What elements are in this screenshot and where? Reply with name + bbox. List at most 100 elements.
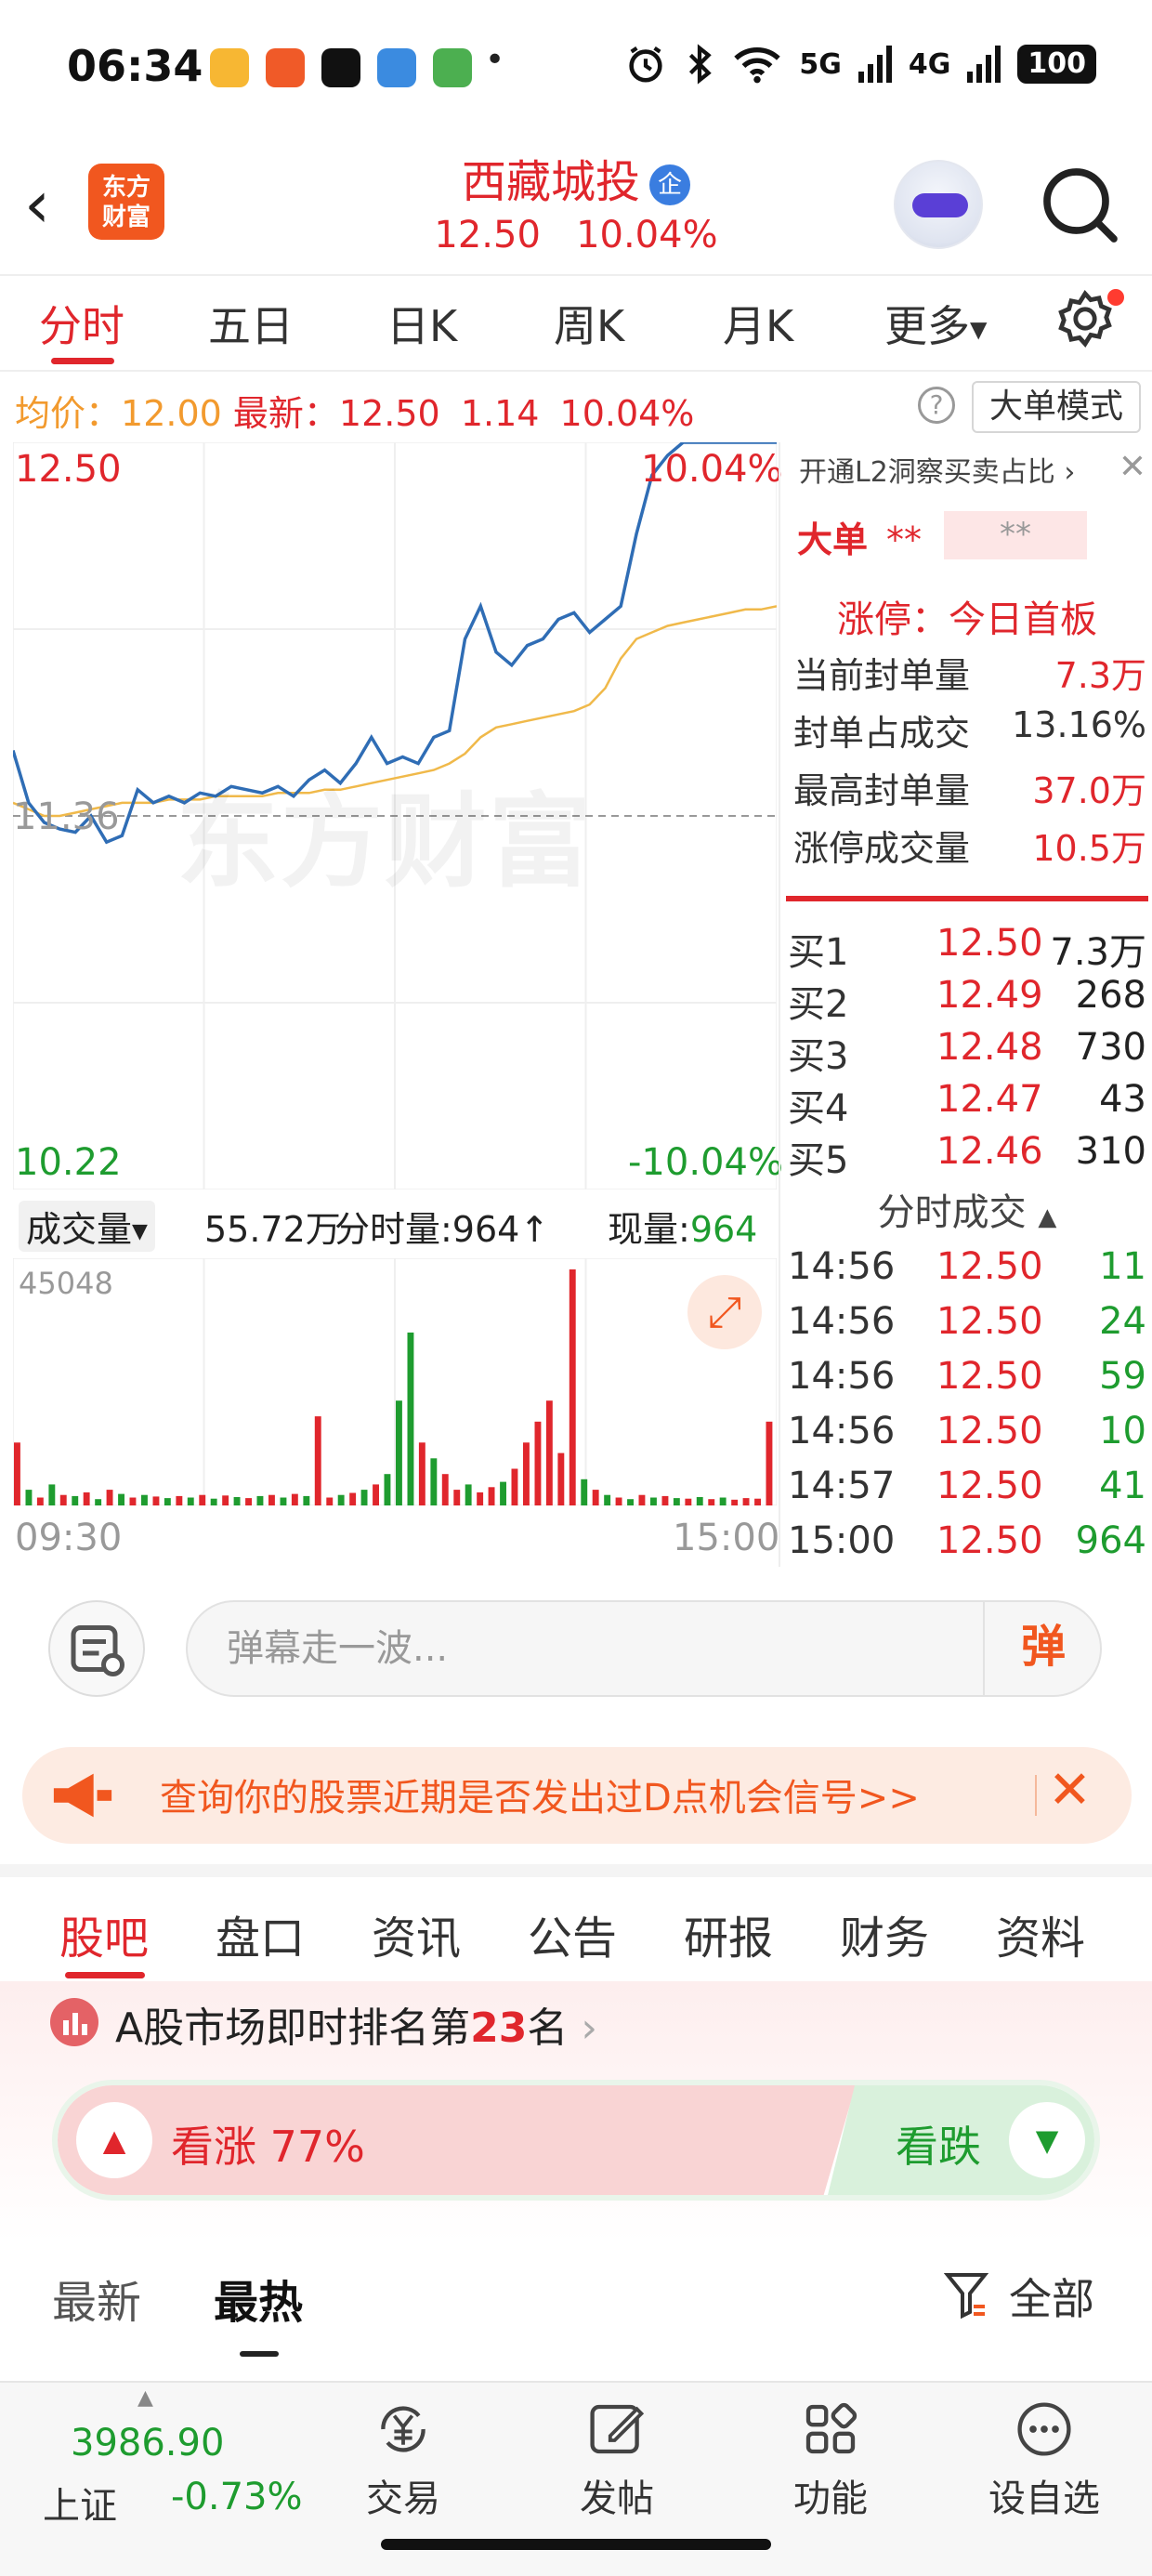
nav-post[interactable]: 发帖 bbox=[552, 2396, 682, 2522]
tab-research[interactable]: 研报 bbox=[684, 1901, 773, 1966]
danmu-send-button[interactable]: 弹 bbox=[983, 1600, 1102, 1697]
grid-icon bbox=[805, 2402, 857, 2454]
tab-more[interactable]: 更多▼ bbox=[884, 293, 987, 354]
volume-select[interactable]: 成交量▼ bbox=[19, 1201, 155, 1252]
signal-5g-label: 5G bbox=[799, 47, 842, 81]
stat-value: 10.5万 bbox=[1032, 828, 1146, 869]
avg-value: 12.00 bbox=[121, 393, 222, 434]
arrow-up-icon[interactable]: ▲ bbox=[76, 2102, 152, 2178]
nav-add-watchlist[interactable]: 设自选 bbox=[979, 2396, 1109, 2522]
tab-financials[interactable]: 财务 bbox=[840, 1901, 929, 1966]
tab-hot[interactable]: 最热 bbox=[214, 2266, 303, 2331]
trade-time: 15:00 bbox=[788, 1519, 896, 1562]
promo-banner[interactable]: 查询你的股票近期是否发出过D点机会信号>> ✕ bbox=[22, 1747, 1132, 1844]
ranking-link[interactable]: A股市场即时排名第23名 › bbox=[115, 1994, 597, 2054]
trade-row: 14:56 12.50 24 bbox=[788, 1300, 1146, 1343]
tab-intraday[interactable]: 分时 bbox=[39, 293, 124, 354]
index-change[interactable]: -0.73% bbox=[171, 2476, 303, 2518]
volume-bar bbox=[291, 1493, 298, 1505]
volume-bar bbox=[280, 1497, 287, 1505]
notification-dot bbox=[1107, 289, 1124, 306]
l2-upgrade-banner[interactable]: 开通L2洞察买卖占比 › bbox=[780, 442, 1152, 504]
big-order-mask: ** bbox=[886, 519, 923, 560]
arrow-down-icon[interactable]: ▼ bbox=[1009, 2102, 1085, 2178]
avg-price-line: 均价：12.00 最新：12.50 1.14 10.04% bbox=[15, 385, 694, 436]
trade-row: 14:57 12.50 41 bbox=[788, 1465, 1146, 1507]
tab-profile[interactable]: 资料 bbox=[996, 1901, 1085, 1966]
nav-functions[interactable]: 功能 bbox=[766, 2396, 896, 2522]
trade-price: 12.50 bbox=[936, 1519, 1043, 1562]
bid-row[interactable]: 买1 12.50 7.3万 bbox=[788, 922, 1146, 976]
edit-icon bbox=[590, 2404, 645, 2454]
tab-news[interactable]: 资讯 bbox=[372, 1901, 461, 1966]
nav-trade[interactable]: 交易 bbox=[338, 2396, 468, 2522]
bid-row[interactable]: 买4 12.47 43 bbox=[788, 1078, 1146, 1132]
volume-bar bbox=[25, 1490, 33, 1505]
sentiment-bar: ▲ 看涨 77% 看跌 ▼ bbox=[52, 2080, 1100, 2201]
bid-label: 买2 bbox=[788, 983, 849, 1026]
l2-banner-text: 开通L2洞察买卖占比 bbox=[799, 456, 1055, 489]
trade-time: 14:56 bbox=[788, 1355, 896, 1398]
volume-chart[interactable] bbox=[13, 1258, 777, 1505]
volume-bar bbox=[360, 1490, 368, 1505]
trade-row: 15:00 12.50 964 bbox=[788, 1519, 1146, 1562]
ranking-section: A股市场即时排名第23名 › ▲ 看涨 77% 看跌 ▼ bbox=[0, 1981, 1152, 2241]
volume-bar bbox=[488, 1487, 495, 1505]
volume-bar bbox=[48, 1484, 56, 1505]
tab-pankou[interactable]: 盘口 bbox=[216, 1901, 305, 1966]
index-value[interactable]: 3986.90 bbox=[71, 2422, 224, 2464]
bid-price: 12.46 bbox=[936, 1130, 1043, 1173]
tab-latest[interactable]: 最新 bbox=[52, 2266, 141, 2331]
stat-row: 当前封单量 7.3万 bbox=[793, 647, 1146, 698]
trade-price: 12.50 bbox=[936, 1355, 1043, 1398]
help-icon[interactable]: ? bbox=[918, 387, 955, 424]
y-label-baseline: 11.36 bbox=[13, 795, 120, 838]
filter-label[interactable]: 全部 bbox=[1009, 2266, 1094, 2327]
volume-bar bbox=[303, 1495, 310, 1505]
ai-assistant-avatar[interactable] bbox=[894, 160, 983, 249]
chevron-down-icon: ▼ bbox=[132, 1220, 148, 1243]
tab-daily-k[interactable]: 日K bbox=[386, 293, 457, 354]
bid-row[interactable]: 买5 12.46 310 bbox=[788, 1130, 1146, 1184]
bid-price: 12.50 bbox=[936, 922, 1043, 965]
volume-bar bbox=[233, 1497, 241, 1505]
danmu-input[interactable]: 弹幕走一波... bbox=[186, 1600, 1102, 1697]
tab-monthly-k[interactable]: 月K bbox=[723, 293, 793, 354]
tab-guba[interactable]: 股吧 bbox=[59, 1901, 149, 1966]
volume-bar bbox=[384, 1474, 391, 1505]
avg-label: 均价： bbox=[15, 393, 122, 434]
volume-bar bbox=[441, 1474, 449, 1505]
trade-row: 14:56 12.50 11 bbox=[788, 1245, 1146, 1288]
bid-qty: 310 bbox=[1075, 1130, 1146, 1173]
comment-bar: 弹幕走一波... 弹 bbox=[0, 1580, 1152, 1710]
bluetooth-icon bbox=[689, 44, 713, 85]
close-icon[interactable]: ✕ bbox=[1048, 1760, 1092, 1820]
volume-bar bbox=[199, 1494, 206, 1505]
volume-bars bbox=[14, 1269, 773, 1505]
close-icon[interactable]: ✕ bbox=[1119, 448, 1146, 486]
danmu-settings-button[interactable] bbox=[48, 1600, 145, 1697]
danmu-settings-icon bbox=[71, 1625, 124, 1676]
trade-time: 14:56 bbox=[788, 1245, 896, 1288]
tab-announcements[interactable]: 公告 bbox=[528, 1901, 617, 1966]
volume-bar bbox=[500, 1481, 506, 1505]
volume-grid bbox=[13, 1258, 777, 1505]
trade-row: 14:56 12.50 10 bbox=[788, 1410, 1146, 1452]
search-icon[interactable] bbox=[1039, 164, 1122, 247]
battery-indicator: 100 bbox=[1017, 45, 1096, 84]
tab-five-day[interactable]: 五日 bbox=[208, 293, 294, 354]
trade-price: 12.50 bbox=[936, 1245, 1043, 1288]
bid-row[interactable]: 买2 12.49 268 bbox=[788, 974, 1146, 1028]
large-order-mode-button[interactable]: 大单模式 bbox=[972, 381, 1141, 433]
bid-label: 买4 bbox=[788, 1087, 849, 1130]
filter-icon[interactable] bbox=[944, 2269, 988, 2321]
expand-icon[interactable]: ⤢ bbox=[687, 1275, 762, 1349]
volume-bar bbox=[256, 1495, 264, 1505]
promo-separator bbox=[1035, 1775, 1037, 1816]
trade-qty: 11 bbox=[1099, 1245, 1146, 1288]
bid-row[interactable]: 买3 12.48 730 bbox=[788, 1026, 1146, 1080]
index-name[interactable]: 上证 bbox=[43, 2476, 117, 2530]
trades-header[interactable]: 分时成交 ▲ bbox=[780, 1182, 1152, 1236]
nav-trade-label: 交易 bbox=[366, 2477, 440, 2520]
tab-weekly-k[interactable]: 周K bbox=[554, 293, 624, 354]
